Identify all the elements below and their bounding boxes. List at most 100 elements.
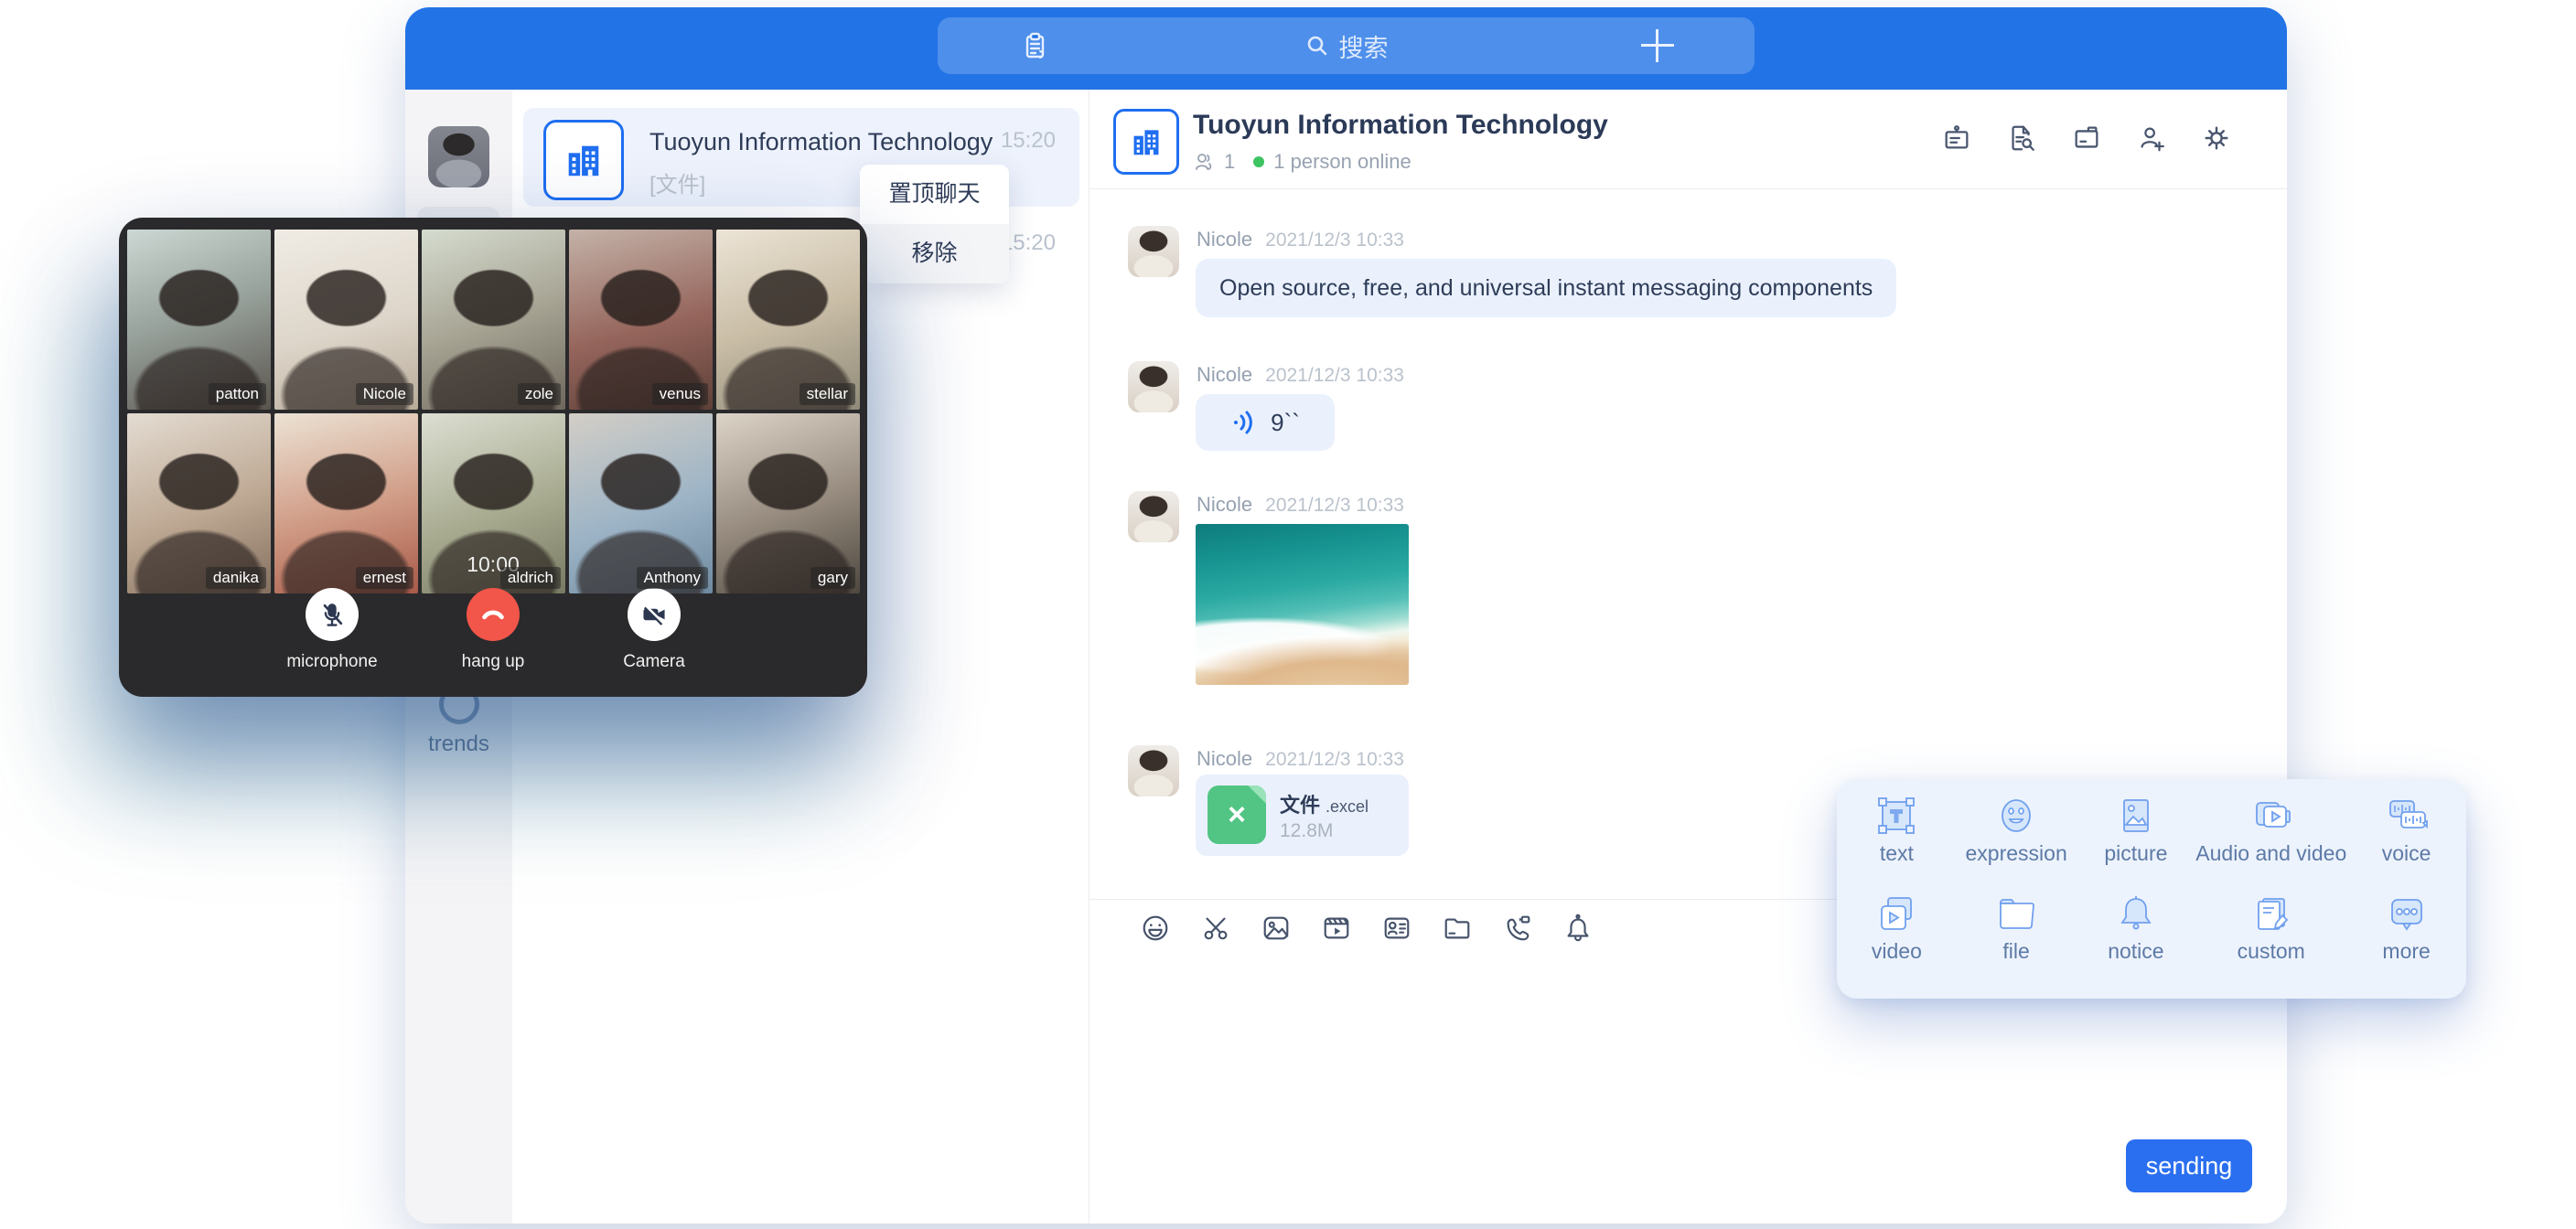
conversation-time: 15:20 [1001, 128, 1056, 154]
file-ext: .excel [1326, 797, 1368, 816]
participant-name: ernest [356, 567, 413, 589]
send-button[interactable]: sending [2126, 1139, 2252, 1192]
tool-notice[interactable]: notice [2077, 892, 2196, 989]
message-time: 2021/12/3 10:33 [1265, 749, 1404, 771]
avatar[interactable] [1128, 226, 1179, 277]
chat-subtitle: 1 1 person online [1193, 150, 1411, 174]
scissors-icon[interactable] [1200, 913, 1231, 944]
participant-tile: stellar [716, 230, 860, 410]
search-icon [1304, 33, 1330, 59]
chat-header-actions [1941, 123, 2232, 154]
participant-tile: patton [127, 230, 271, 410]
group-avatar-box [1113, 109, 1179, 175]
hang-up-icon [478, 599, 509, 630]
tool-picture[interactable]: picture [2077, 794, 2196, 892]
add-member-icon[interactable] [2136, 123, 2167, 154]
message-time: 2021/12/3 10:33 [1265, 365, 1404, 387]
sender-name: Nicole [1197, 363, 1252, 387]
contact-card-icon[interactable] [1381, 913, 1412, 944]
file-attachment[interactable]: × 文件.excel 12.8M [1196, 775, 1409, 856]
excel-file-icon: × [1208, 785, 1266, 844]
search-placeholder: 搜索 [1339, 28, 1389, 64]
control-label: hang up [462, 652, 525, 672]
tool-voice[interactable]: voice [2346, 794, 2466, 892]
online-status: 1 person online [1273, 150, 1411, 174]
message-time: 2021/12/3 10:33 [1265, 495, 1404, 517]
voice-icon [2385, 794, 2429, 838]
message-type-popup: text expression picture Audio and video [1837, 779, 2466, 999]
tool-text[interactable]: text [1837, 794, 1957, 892]
picture-tool-icon [2114, 794, 2158, 838]
sender-name: Nicole [1197, 747, 1252, 771]
tool-more[interactable]: more [2346, 892, 2466, 989]
participant-name: stellar [800, 383, 855, 405]
tool-audio-video[interactable]: Audio and video [2195, 794, 2346, 892]
video-call-icon[interactable] [1502, 913, 1533, 944]
expression-icon [1994, 794, 2038, 838]
control-label: microphone [286, 652, 377, 672]
search-bar[interactable]: 搜索 [938, 17, 1755, 74]
members-icon [1193, 151, 1215, 173]
avatar[interactable] [1128, 491, 1179, 542]
hang-up-button[interactable]: hang up [439, 588, 547, 672]
voice-duration: 9`` [1271, 409, 1300, 437]
search-field[interactable]: 搜索 [1304, 17, 1389, 74]
participant-tile: Nicole [274, 230, 418, 410]
video-tool-icon [1874, 892, 1918, 935]
settings-icon[interactable] [2201, 123, 2232, 154]
building-icon [1129, 124, 1164, 159]
menu-item-pin-chat[interactable]: 置顶聊天 [860, 165, 1009, 224]
participant-name: patton [209, 383, 266, 405]
more-icon [2385, 892, 2429, 935]
tool-expression[interactable]: expression [1957, 794, 2077, 892]
emoji-icon[interactable] [1140, 913, 1171, 944]
tool-file[interactable]: file [1957, 892, 2077, 989]
member-count: 1 [1224, 150, 1235, 174]
control-label: Camera [623, 652, 685, 672]
page: { "topbar": {"search_placeholder": "搜索"}… [0, 0, 2576, 1229]
bell-icon[interactable] [1562, 913, 1594, 944]
text-icon [1874, 794, 1918, 838]
camera-off-icon [639, 600, 669, 629]
participant-tile: venus [569, 230, 713, 410]
file-icon[interactable] [2071, 123, 2102, 154]
avatar[interactable] [1128, 361, 1179, 412]
participant-name: zole [518, 383, 561, 405]
participant-name: gary [810, 567, 855, 589]
tool-video[interactable]: video [1837, 892, 1957, 989]
order-icon[interactable] [1018, 29, 1051, 62]
participant-grid: patton Nicole zole venus stellar danika … [127, 230, 860, 593]
trends-label: trends [405, 732, 512, 757]
tool-custom[interactable]: custom [2195, 892, 2346, 989]
voice-wave-icon [1230, 409, 1258, 436]
participant-name: Nicole [356, 383, 413, 405]
online-dot [1253, 156, 1264, 167]
participant-name: danika [206, 567, 266, 589]
voice-bubble[interactable]: 9`` [1196, 394, 1335, 451]
self-avatar[interactable] [428, 126, 489, 187]
file-tool-icon [1994, 892, 2038, 935]
participant-name: venus [652, 383, 708, 405]
text-bubble[interactable]: Open source, free, and universal instant… [1196, 259, 1896, 317]
audio-video-icon [2249, 794, 2293, 838]
mic-muted-icon [317, 600, 347, 629]
microphone-button[interactable]: microphone [278, 588, 386, 672]
sender-name: Nicole [1197, 493, 1252, 517]
menu-item-remove[interactable]: 移除 [860, 224, 1009, 283]
chat-search-icon[interactable] [2006, 123, 2037, 154]
avatar[interactable] [1128, 745, 1179, 796]
participant-name: aldrich [500, 567, 561, 589]
video-icon[interactable] [1321, 913, 1352, 944]
camera-button[interactable]: Camera [600, 588, 708, 672]
custom-icon [2249, 892, 2293, 935]
folder-icon[interactable] [1442, 913, 1473, 944]
video-call-overlay: patton Nicole zole venus stellar danika … [119, 218, 867, 697]
call-controls: microphone hang up Camera [119, 588, 867, 672]
group-notice-icon[interactable] [1941, 123, 1972, 154]
plus-icon[interactable] [1641, 29, 1674, 62]
message-time: 2021/12/3 10:33 [1265, 230, 1404, 251]
chat-header: Tuoyun Information Technology 1 1 person… [1089, 90, 2287, 189]
image-attachment-beach[interactable] [1196, 524, 1409, 685]
file-size: 12.8M [1280, 820, 1333, 842]
picture-icon[interactable] [1261, 913, 1292, 944]
